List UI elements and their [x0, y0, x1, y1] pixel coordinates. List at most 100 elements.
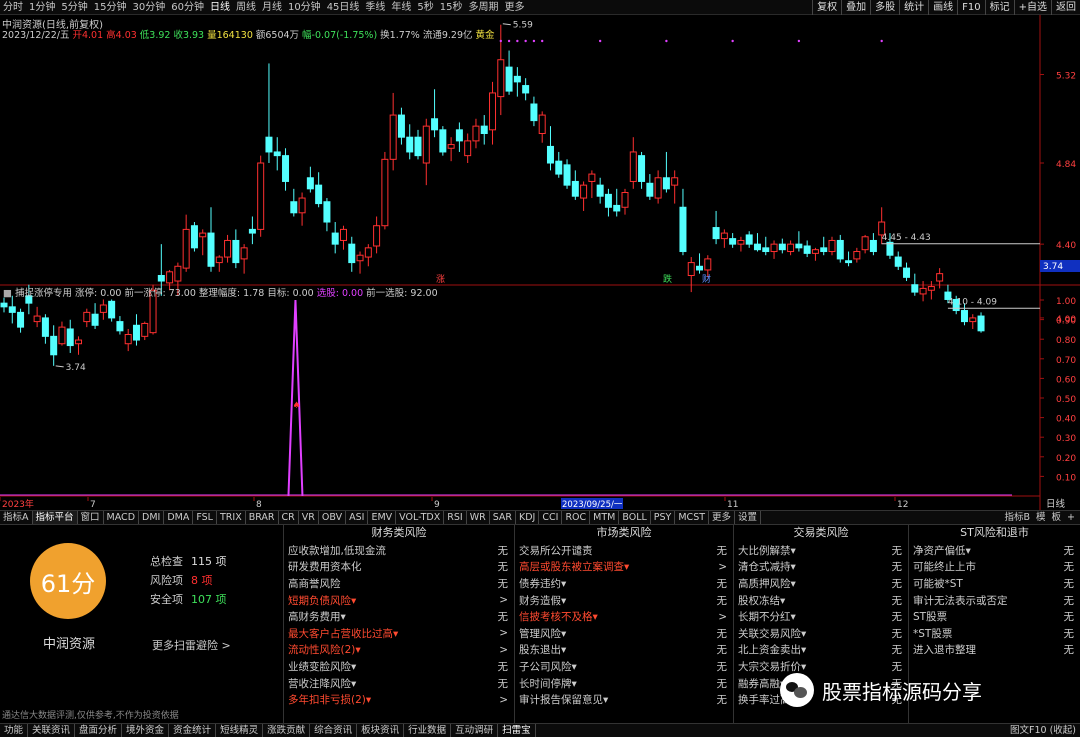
period-tab[interactable]: 季线 [362, 0, 388, 15]
risk-item[interactable]: 长时间停牌▾ 无 [515, 675, 733, 692]
period-tab[interactable]: 15秒 [437, 0, 466, 15]
indicator-tab[interactable]: PSY [651, 511, 676, 524]
period-tab[interactable]: 年线 [388, 0, 414, 15]
f10-collapse[interactable]: 图文F10 (收起) [1010, 724, 1076, 737]
bottom-tab[interactable]: 行业数据 [404, 724, 452, 737]
indicator-tab[interactable]: TRIX [217, 511, 246, 524]
risk-item[interactable]: 审计无法表示或否定 无 [909, 592, 1080, 609]
risk-item[interactable]: 财务造假▾ 无 [515, 592, 733, 609]
period-tab[interactable]: 多周期 [466, 0, 502, 15]
indicator-tab[interactable]: BRAR [246, 511, 279, 524]
risk-item[interactable]: 应收款增加,低现金流 无 [284, 542, 514, 559]
period-tab[interactable]: 10分钟 [285, 0, 324, 15]
toolbar-button[interactable]: 返回 [1051, 0, 1080, 15]
bottom-tab[interactable]: 功能 [0, 724, 29, 737]
risk-item[interactable]: 营收注降风险▾ 无 [284, 675, 514, 692]
indicator-tab[interactable]: MCST [675, 511, 710, 524]
risk-item[interactable]: 短期负债风险▾ > [284, 592, 514, 609]
indicator-tab[interactable]: KDJ [516, 511, 540, 524]
indicator-tab[interactable]: RSI [444, 511, 467, 524]
risk-item[interactable]: 净资产偏低▾ 无 [909, 542, 1080, 559]
bottom-tab[interactable]: 扫雷宝 [498, 724, 536, 737]
indicator-tab[interactable]: ROC [562, 511, 591, 524]
period-tab[interactable]: 5分钟 [58, 0, 90, 15]
risk-item[interactable]: 北上资金卖出▾ 无 [734, 642, 908, 659]
indicator-tab[interactable]: 窗口 [78, 511, 104, 524]
risk-item[interactable]: 高商誉风险 无 [284, 575, 514, 592]
risk-item[interactable]: 最大客户占营收比过高▾ > [284, 625, 514, 642]
toolbar-button[interactable]: 标记 [984, 0, 1014, 15]
risk-item[interactable]: 清仓式减持▾ 无 [734, 559, 908, 576]
risk-item[interactable]: 高财务费用▾ 无 [284, 608, 514, 625]
period-tab[interactable]: 60分钟 [168, 0, 207, 15]
indicator-tab[interactable]: MACD [104, 511, 140, 524]
risk-item[interactable]: 业绩变脸风险▾ 无 [284, 658, 514, 675]
period-tab[interactable]: 分时 [0, 0, 26, 15]
bottom-tab[interactable]: 互动调研 [451, 724, 499, 737]
indicator-tab[interactable]: CCI [539, 511, 563, 524]
indicator-tab[interactable]: EMV [368, 511, 397, 524]
indicator-tab[interactable]: OBV [319, 511, 347, 524]
risk-item[interactable]: ST股票 无 [909, 608, 1080, 625]
risk-item[interactable]: 长期不分红▾ 无 [734, 608, 908, 625]
indicator-tab[interactable]: ASI [346, 511, 369, 524]
risk-item[interactable]: 流动性风险(2)▾ > [284, 642, 514, 659]
risk-item[interactable]: 子公司风险▾ 无 [515, 658, 733, 675]
period-tab[interactable]: 更多 [502, 0, 528, 15]
toolbar-button[interactable]: 画线 [928, 0, 957, 15]
risk-item[interactable]: 交易所公开谴责 无 [515, 542, 733, 559]
bottom-tab[interactable]: 资金统计 [169, 724, 217, 737]
risk-item[interactable]: 管理风险▾ 无 [515, 625, 733, 642]
indicator-tab[interactable]: FSL [193, 511, 217, 524]
risk-item[interactable]: 可能终止上市 无 [909, 559, 1080, 576]
bottom-tab[interactable]: 板块资讯 [357, 724, 405, 737]
indicator-tab[interactable]: DMI [139, 511, 165, 524]
risk-item[interactable]: 关联交易风险▾ 无 [734, 625, 908, 642]
bottom-tab[interactable]: 短线精灵 [216, 724, 264, 737]
risk-item[interactable]: *ST股票 无 [909, 625, 1080, 642]
toolbar-button[interactable]: 多股 [870, 0, 899, 15]
indicator-tab[interactable]: 设置 [735, 511, 762, 524]
indicator-tab-right-button[interactable]: 板 [1049, 511, 1065, 524]
toolbar-button[interactable]: +自选 [1013, 0, 1051, 15]
period-tab[interactable]: 30分钟 [129, 0, 168, 15]
toolbar-button[interactable]: F10 [957, 0, 984, 15]
indicator-tab[interactable]: CR [279, 511, 299, 524]
indicator-tab[interactable]: SAR [490, 511, 517, 524]
toolbar-button[interactable]: 叠加 [841, 0, 870, 15]
indicator-tab-right-button[interactable]: + [1064, 511, 1078, 524]
period-tab[interactable]: 月线 [259, 0, 285, 15]
period-tab[interactable]: 45日线 [324, 0, 363, 15]
indicator-tab[interactable]: VOL-TDX [396, 511, 445, 524]
risk-item[interactable]: 多年扣非亏损(2)▾ > [284, 691, 514, 708]
risk-item[interactable]: 信披考核不及格▾ > [515, 608, 733, 625]
period-tab[interactable]: 1分钟 [26, 0, 58, 15]
risk-item[interactable]: 股东退出▾ 无 [515, 642, 733, 659]
bottom-tab[interactable]: 盘面分析 [75, 724, 123, 737]
bottom-tab[interactable]: 关联资讯 [28, 724, 76, 737]
risk-item[interactable]: 大比例解禁▾ 无 [734, 542, 908, 559]
bottom-tab[interactable]: 涨跌贡献 [263, 724, 311, 737]
indicator-tab[interactable]: WR [467, 511, 490, 524]
risk-item[interactable]: 可能被*ST 无 [909, 575, 1080, 592]
toolbar-button[interactable]: 统计 [899, 0, 928, 15]
indicator-tab[interactable]: 指标平台 [32, 511, 78, 524]
more-scan-link[interactable]: 更多扫雷避险 > [152, 637, 231, 653]
toolbar-button[interactable]: 复权 [812, 0, 841, 15]
risk-item[interactable]: 审计报告保留意见▾ 无 [515, 691, 733, 708]
period-tab[interactable]: 周线 [233, 0, 259, 15]
period-tab[interactable]: 日线 [207, 0, 233, 15]
bottom-tab[interactable]: 综合资讯 [310, 724, 358, 737]
indicator-tab[interactable]: BOLL [619, 511, 651, 524]
bottom-tab[interactable]: 境外资金 [122, 724, 170, 737]
risk-item[interactable]: 高质押风险▾ 无 [734, 575, 908, 592]
indicator-tab[interactable]: 更多 [709, 511, 736, 524]
risk-item[interactable]: 股权冻结▾ 无 [734, 592, 908, 609]
indicator-tab[interactable]: VR [299, 511, 319, 524]
indicator-tab[interactable]: DMA [164, 511, 194, 524]
risk-item[interactable]: 研发费用资本化 无 [284, 559, 514, 576]
risk-item[interactable]: 债券违约▾ 无 [515, 575, 733, 592]
indicator-tab-right-button[interactable]: 模 [1033, 511, 1049, 524]
risk-item[interactable]: 进入退市整理 无 [909, 642, 1080, 659]
period-tab[interactable]: 15分钟 [91, 0, 130, 15]
